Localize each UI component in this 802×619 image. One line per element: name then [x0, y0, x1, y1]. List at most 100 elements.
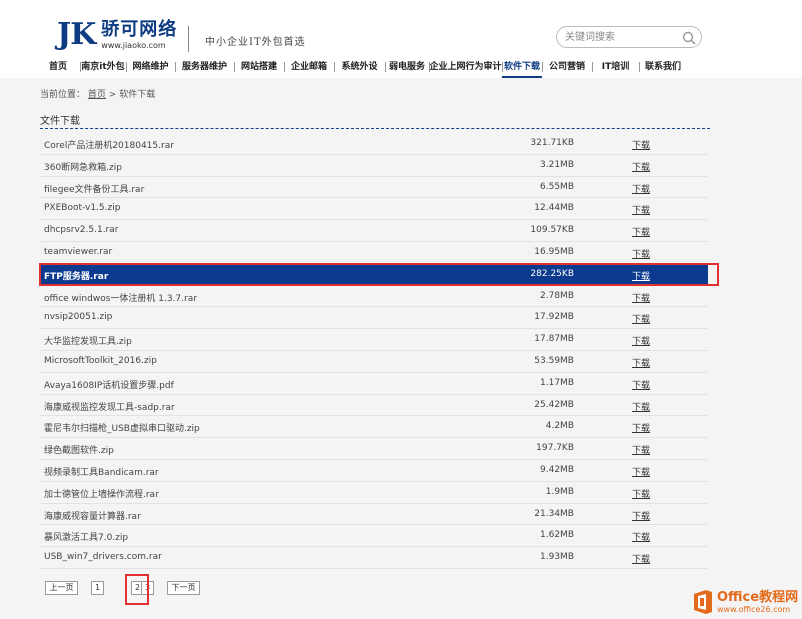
file-name: nvsip20051.zip [44, 312, 113, 323]
file-size: 1.9MB [545, 486, 574, 497]
file-name: MicrosoftToolkit_2016.zip [44, 355, 157, 366]
file-size: 282.25KB [530, 268, 574, 279]
file-row[interactable]: 海康威视监控发现工具-sadp.rar 25.42MB 下载 [40, 395, 708, 417]
file-row[interactable]: dhcpsrv2.5.1.rar 109.57KB 下载 [40, 220, 708, 242]
main-nav: 首页 南京it外包 网络维护 服务器维护 网站搭建 企业邮箱 系统外设 弱电服务 企业上网行为审… [36, 58, 736, 78]
file-row[interactable]: 视频录制工具Bandicam.rar 9.42MB 下载 [40, 460, 708, 482]
download-link[interactable]: 下载 [632, 312, 650, 325]
next-page-button[interactable]: 下一页 [167, 581, 200, 595]
search-box [556, 26, 702, 48]
file-row[interactable]: Corel产品注册机20180415.rar 321.71KB 下载 [40, 133, 708, 155]
download-link[interactable]: 下载 [632, 487, 650, 500]
slogan: 中小企业IT外包首选 [205, 37, 306, 48]
download-link[interactable]: 下载 [632, 182, 650, 195]
download-link[interactable]: 下载 [632, 465, 650, 478]
nav-item[interactable]: 公司营销 [542, 58, 592, 78]
file-size: 1.17MB [540, 377, 574, 388]
file-size: 9.42MB [540, 464, 574, 475]
site-header: JK 骄可网络 www.jiaoko.com 中小企业IT外包首选 首页南京it… [0, 0, 802, 78]
file-row[interactable]: 绿色截图软件.zip 197.7KB 下载 [40, 438, 708, 460]
file-row[interactable]: PXEBoot-v1.5.zip 12.44MB 下载 [40, 198, 708, 221]
file-size: 21.34MB [534, 508, 574, 519]
download-link[interactable]: 下载 [632, 552, 650, 565]
file-row[interactable]: office windwos一体注册机 1.3.7.rar 2.78MB 下载 [40, 286, 708, 308]
file-name: 大华监控发现工具.zip [44, 337, 132, 348]
logo-name: 骄可网络 [101, 19, 178, 40]
file-name: Corel产品注册机20180415.rar [44, 141, 174, 151]
nav-item[interactable]: 首页 [36, 58, 80, 78]
download-link[interactable]: 下载 [632, 334, 650, 347]
file-name: 绿色截图软件.zip [44, 446, 114, 457]
breadcrumb-separator: > [108, 90, 117, 100]
download-link[interactable]: 下载 [632, 509, 650, 522]
nav-item[interactable]: 弱电服务 [385, 58, 429, 78]
nav-item[interactable]: 网站搭建 [234, 58, 284, 78]
prev-page-button[interactable]: 上一页 [45, 581, 78, 595]
nav-item[interactable]: 企业上网行为审计 [429, 58, 502, 78]
file-list: Corel产品注册机20180415.rar 321.71KB 下载 360断网急救箱… [40, 133, 708, 569]
site-logo[interactable]: JK 骄可网络 www.jiaoko.com [57, 19, 178, 51]
file-row[interactable]: 360断网急救箱.zip 3.21MB 下载 [40, 155, 708, 177]
file-size: 197.7KB [536, 443, 574, 454]
file-name: 霍尼韦尔扫描枪_USB虚拟串口驱动.zip [44, 424, 200, 435]
file-row[interactable]: filegee文件备份工具.rar 6.55MB 下载 [40, 177, 708, 199]
download-link[interactable]: 下载 [632, 138, 650, 151]
watermark-text: Office教程网 www.office26.com [717, 590, 798, 615]
download-link[interactable]: 下载 [632, 269, 650, 282]
nav-item[interactable]: IT培训 [592, 58, 639, 78]
file-row[interactable]: 暴风激活工具7.0.zip 1.62MB 下载 [40, 525, 708, 548]
file-row[interactable]: 霍尼韦尔扫描枪_USB虚拟串口驱动.zip 4.2MB 下载 [40, 416, 708, 439]
file-row[interactable]: USB_win7_drivers.com.rar 1.93MB 下载 [40, 547, 708, 569]
nav-item[interactable]: 企业邮箱 [284, 58, 334, 78]
file-row[interactable]: FTP服务器.rar 282.25KB 下载 [40, 263, 708, 286]
download-link[interactable]: 下载 [632, 291, 650, 304]
section-divider [40, 128, 710, 129]
download-link[interactable]: 下载 [632, 247, 650, 260]
logo-divider [188, 26, 189, 52]
file-row[interactable]: 大华监控发现工具.zip 17.87MB 下载 [40, 329, 708, 351]
file-row[interactable]: Avaya1608IP话机设置步骤.pdf 1.17MB 下载 [40, 373, 708, 395]
page-1-button[interactable]: 1 [91, 581, 104, 595]
download-link[interactable]: 下载 [632, 356, 650, 369]
nav-item[interactable]: 系统外设 [334, 58, 385, 78]
nav-item[interactable]: 联系我们 [639, 58, 687, 78]
file-size: 3.21MB [540, 159, 574, 170]
logo-text: 骄可网络 www.jiaoko.com [101, 19, 178, 51]
download-link[interactable]: 下载 [632, 225, 650, 238]
file-name: Avaya1608IP话机设置步骤.pdf [44, 380, 174, 391]
download-link[interactable]: 下载 [632, 421, 650, 434]
file-size: 12.44MB [534, 203, 574, 214]
nav-item[interactable]: 南京it外包 [80, 58, 126, 78]
file-row[interactable]: teamviewer.rar 16.95MB 下载 [40, 242, 708, 264]
download-link[interactable]: 下载 [632, 160, 650, 173]
file-row[interactable]: 海康威视容量计算器.rar 21.34MB 下载 [40, 504, 708, 526]
file-name: 海康威视容量计算器.rar [44, 511, 141, 522]
file-size: 17.92MB [534, 312, 574, 323]
file-row[interactable]: MicrosoftToolkit_2016.zip 53.59MB 下载 [40, 351, 708, 373]
breadcrumb-home-link[interactable]: 首页 [88, 90, 106, 100]
download-link[interactable]: 下载 [632, 203, 650, 216]
logo-url: www.jiaoko.com [101, 41, 166, 50]
file-row[interactable]: 加士德管位上墙操作流程.rar 1.9MB 下载 [40, 482, 708, 504]
file-name: filegee文件备份工具.rar [44, 184, 145, 195]
nav-item[interactable]: 服务器维护 [175, 58, 234, 78]
search-icon[interactable] [681, 30, 697, 46]
download-link[interactable]: 下载 [632, 400, 650, 413]
watermark-url: www.office26.com [717, 604, 791, 614]
download-link[interactable]: 下载 [632, 530, 650, 543]
current-page-highlight-box [125, 574, 149, 605]
nav-item[interactable]: 软件下载 [502, 58, 542, 78]
download-link[interactable]: 下载 [632, 443, 650, 456]
file-name: dhcpsrv2.5.1.rar [44, 225, 119, 236]
file-row[interactable]: nvsip20051.zip 17.92MB 下载 [40, 307, 708, 330]
search-input[interactable] [565, 30, 675, 44]
download-link[interactable]: 下载 [632, 378, 650, 391]
file-size: 53.59MB [534, 355, 574, 366]
watermark-title: Office教程网 [717, 589, 799, 605]
file-size: 109.57KB [530, 225, 574, 236]
file-size: 6.55MB [540, 181, 574, 192]
nav-item[interactable]: 网络维护 [126, 58, 175, 78]
file-size: 16.95MB [534, 246, 574, 257]
file-size: 25.42MB [534, 399, 574, 410]
file-name: 360断网急救箱.zip [44, 162, 122, 173]
